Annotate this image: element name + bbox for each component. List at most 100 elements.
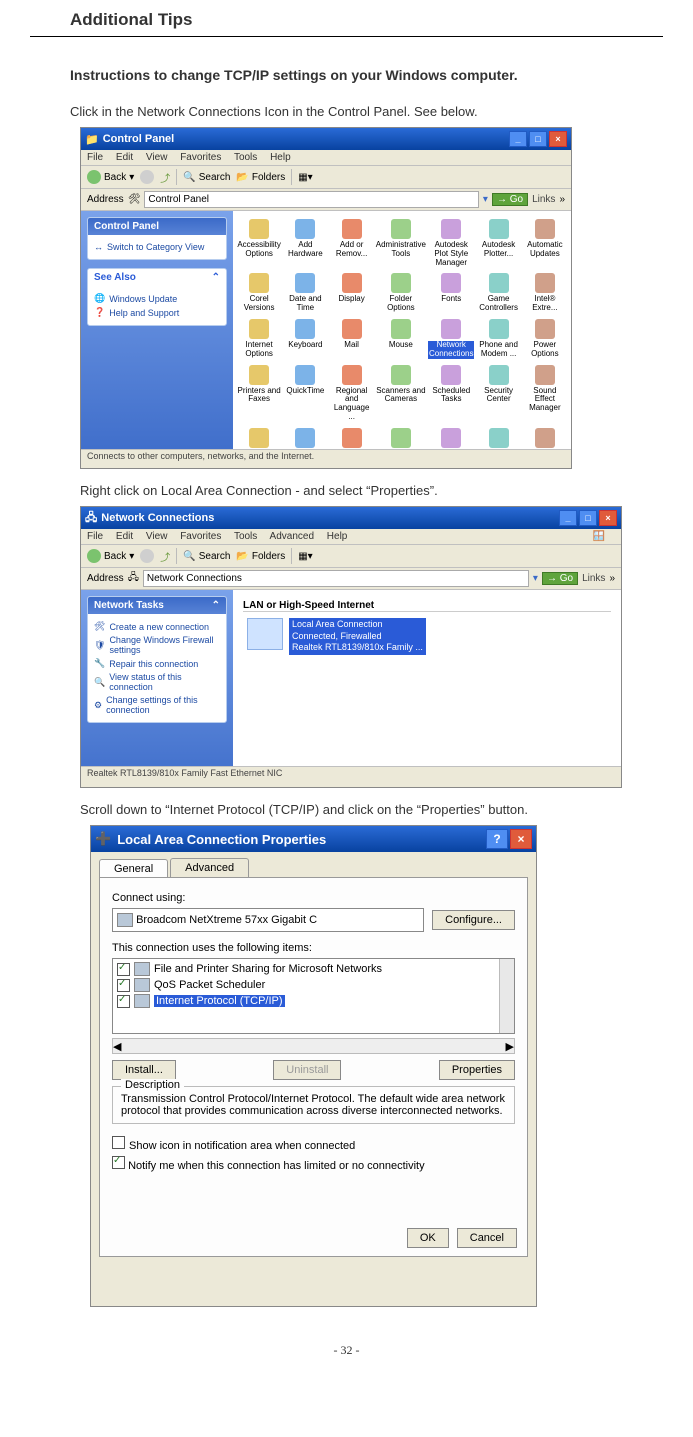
window-titlebar[interactable]: ➕ Local Area Connection Properties ? × — [91, 826, 536, 852]
cp-item[interactable]: Scheduled Tasks — [428, 363, 474, 424]
item-file-printer[interactable]: File and Printer Sharing for Microsoft N… — [117, 961, 510, 977]
menu-favorites[interactable]: Favorites — [180, 531, 221, 542]
checkbox-icon[interactable] — [112, 1156, 125, 1169]
show-icon-option[interactable]: Show icon in notification area when conn… — [112, 1136, 515, 1152]
dropdown-icon[interactable]: ▾ — [533, 573, 538, 584]
menu-advanced[interactable]: Advanced — [270, 531, 314, 542]
search-button[interactable]: 🔍Search — [183, 172, 230, 183]
network-task[interactable]: 🛠Create a new connection — [94, 621, 220, 632]
cp-item[interactable]: Administrative Tools — [376, 217, 426, 269]
cp-item[interactable]: Automatic Updates — [523, 217, 567, 269]
menu-tools[interactable]: Tools — [234, 531, 257, 542]
cp-item[interactable]: Display — [330, 271, 374, 315]
minimize-button[interactable]: _ — [509, 131, 527, 147]
menu-file[interactable]: File — [87, 531, 103, 542]
back-button[interactable]: Back ▾ — [87, 549, 134, 563]
up-icon[interactable]: ⤴ — [160, 549, 170, 564]
collapse-icon[interactable]: ⌃ — [212, 600, 220, 611]
go-button[interactable]: → Go — [492, 193, 528, 206]
cancel-button[interactable]: Cancel — [457, 1228, 517, 1248]
cp-item[interactable]: Phone and Modem ... — [476, 317, 520, 361]
links-label[interactable]: Links — [532, 194, 555, 205]
close-button[interactable]: × — [510, 829, 532, 849]
see-also-windows-update[interactable]: 🌐Windows Update — [94, 293, 220, 304]
cp-item[interactable]: Corel Versions — [237, 271, 281, 315]
maximize-button[interactable]: □ — [529, 131, 547, 147]
network-task[interactable]: 🔧Repair this connection — [94, 658, 220, 669]
collapse-icon[interactable]: ⌃ — [212, 272, 220, 283]
cp-item[interactable]: Power Options — [523, 317, 567, 361]
chevron-right-icon[interactable]: » — [609, 573, 615, 584]
configure-button[interactable]: Configure... — [432, 910, 515, 930]
network-task[interactable]: 🔍View status of this connection — [94, 672, 220, 692]
close-button[interactable]: × — [599, 510, 617, 526]
cp-item[interactable]: Fonts — [428, 271, 474, 315]
network-task[interactable]: 🛡Change Windows Firewall settings — [94, 635, 220, 655]
cp-item[interactable]: Network Connections — [428, 317, 474, 361]
chevron-right-icon[interactable]: » — [559, 194, 565, 205]
see-also-help-support[interactable]: ❓Help and Support — [94, 307, 220, 318]
cp-item[interactable]: Regional and Language ... — [330, 363, 374, 424]
cp-item[interactable]: Internet Options — [237, 317, 281, 361]
checkbox-icon[interactable] — [117, 963, 130, 976]
checkbox-icon[interactable] — [117, 995, 130, 1008]
cp-item[interactable]: QuickTime — [283, 363, 327, 424]
menu-favorites[interactable]: Favorites — [180, 152, 221, 163]
install-button[interactable]: Install... — [112, 1060, 176, 1080]
item-tcpip[interactable]: Internet Protocol (TCP/IP) — [117, 993, 510, 1009]
search-button[interactable]: 🔍Search — [183, 551, 230, 562]
cp-item[interactable]: Add or Remov... — [330, 217, 374, 269]
back-button[interactable]: Back ▾ — [87, 170, 134, 184]
cp-item[interactable]: Security Center — [476, 363, 520, 424]
menu-view[interactable]: View — [146, 531, 168, 542]
dropdown-icon[interactable]: ▾ — [483, 194, 488, 205]
cp-item[interactable]: Scanners and Cameras — [376, 363, 426, 424]
cp-item[interactable]: Sound Effect Manager — [523, 363, 567, 424]
cp-item[interactable]: Keyboard — [283, 317, 327, 361]
menu-edit[interactable]: Edit — [116, 152, 133, 163]
local-area-connection[interactable]: Local Area Connection Connected, Firewal… — [247, 618, 607, 655]
cp-item[interactable]: Add Hardware — [283, 217, 327, 269]
checkbox-icon[interactable] — [112, 1136, 125, 1149]
menu-view[interactable]: View — [146, 152, 168, 163]
cp-item[interactable]: Mail — [330, 317, 374, 361]
ok-button[interactable]: OK — [407, 1228, 449, 1248]
menu-edit[interactable]: Edit — [116, 531, 133, 542]
notify-option[interactable]: Notify me when this connection has limit… — [112, 1156, 515, 1172]
menu-bar[interactable]: File Edit View Favorites Tools Advanced … — [81, 529, 621, 545]
address-input[interactable] — [144, 191, 479, 208]
cp-item[interactable]: Autodesk Plot Style Manager — [428, 217, 474, 269]
menu-file[interactable]: File — [87, 152, 103, 163]
cp-item[interactable]: Game Controllers — [476, 271, 520, 315]
up-icon[interactable]: ⤴ — [160, 170, 170, 185]
cp-item[interactable]: Folder Options — [376, 271, 426, 315]
minimize-button[interactable]: _ — [559, 510, 577, 526]
items-list[interactable]: File and Printer Sharing for Microsoft N… — [112, 958, 515, 1034]
views-button[interactable]: ▦▾ — [298, 172, 312, 183]
help-button[interactable]: ? — [486, 829, 508, 849]
uninstall-button[interactable]: Uninstall — [273, 1060, 341, 1080]
cp-item[interactable]: Autodesk Plotter... — [476, 217, 520, 269]
switch-category-link[interactable]: ↔Switch to Category View — [94, 242, 220, 252]
close-button[interactable]: × — [549, 131, 567, 147]
checkbox-icon[interactable] — [117, 979, 130, 992]
properties-button[interactable]: Properties — [439, 1060, 515, 1080]
forward-icon[interactable] — [140, 549, 154, 563]
go-button[interactable]: → Go — [542, 572, 578, 585]
views-button[interactable]: ▦▾ — [298, 551, 312, 562]
cp-item[interactable]: Accessibility Options — [237, 217, 281, 269]
cp-item[interactable]: Mouse — [376, 317, 426, 361]
window-titlebar[interactable]: 📁 Control Panel _ □ × — [81, 128, 571, 150]
folders-button[interactable]: 📂Folders — [236, 172, 285, 183]
cp-item[interactable]: Printers and Faxes — [237, 363, 281, 424]
tab-general[interactable]: General — [99, 859, 168, 878]
address-input[interactable] — [143, 570, 529, 587]
menu-bar[interactable]: File Edit View Favorites Tools Help — [81, 150, 571, 166]
menu-help[interactable]: Help — [327, 531, 348, 542]
vertical-scrollbar[interactable] — [499, 959, 514, 1033]
links-label[interactable]: Links — [582, 573, 605, 584]
cp-item[interactable]: Intel® Extre... — [523, 271, 567, 315]
forward-icon[interactable] — [140, 170, 154, 184]
menu-help[interactable]: Help — [270, 152, 291, 163]
folders-button[interactable]: 📂Folders — [236, 551, 285, 562]
